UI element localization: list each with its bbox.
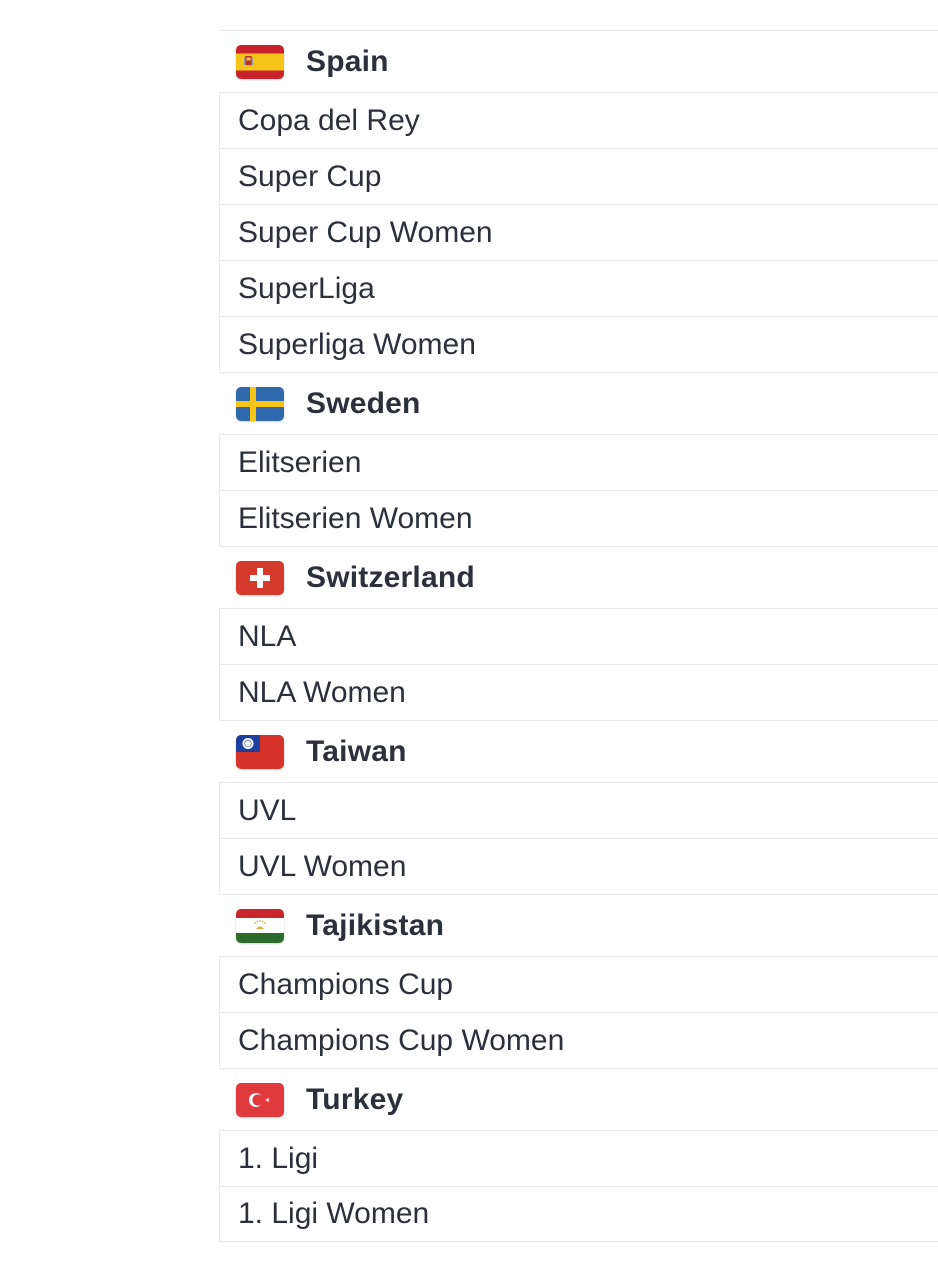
- country-group-taiwan: Taiwan UVL UVL Women: [219, 720, 938, 894]
- country-name: Tajikistan: [306, 908, 445, 942]
- switzerland-flag-icon: [236, 560, 284, 595]
- turkey-flag-icon: [236, 1082, 284, 1117]
- country-name: Turkey: [306, 1082, 404, 1116]
- league-item[interactable]: Elitserien Women: [219, 490, 938, 546]
- league-item[interactable]: Elitserien: [219, 434, 938, 490]
- country-header-turkey[interactable]: Turkey: [219, 1068, 938, 1130]
- country-header-switzerland[interactable]: Switzerland: [219, 546, 938, 608]
- league-item[interactable]: 1. Ligi: [219, 1130, 938, 1186]
- country-group-switzerland: Switzerland NLA NLA Women: [219, 546, 938, 720]
- league-item[interactable]: SuperLiga: [219, 260, 938, 316]
- league-item[interactable]: Champions Cup: [219, 956, 938, 1012]
- league-item[interactable]: UVL: [219, 782, 938, 838]
- league-list: Spain Copa del Rey Super Cup Super Cup W…: [219, 30, 938, 1242]
- country-name: Sweden: [306, 386, 421, 420]
- country-group-sweden: Sweden Elitserien Elitserien Women: [219, 372, 938, 546]
- spain-flag-icon: [236, 44, 284, 79]
- country-group-spain: Spain Copa del Rey Super Cup Super Cup W…: [219, 30, 938, 372]
- country-header-tajikistan[interactable]: Tajikistan: [219, 894, 938, 956]
- league-item[interactable]: Champions Cup Women: [219, 1012, 938, 1068]
- country-name: Taiwan: [306, 734, 407, 768]
- taiwan-flag-icon: [236, 734, 284, 769]
- tajikistan-flag-icon: [236, 908, 284, 943]
- country-group-turkey: Turkey 1. Ligi 1. Ligi Women: [219, 1068, 938, 1242]
- league-item[interactable]: Super Cup Women: [219, 204, 938, 260]
- country-group-tajikistan: Tajikistan Champions Cup Champions Cup W…: [219, 894, 938, 1068]
- country-header-spain[interactable]: Spain: [219, 30, 938, 92]
- country-name: Spain: [306, 44, 389, 78]
- league-item[interactable]: 1. Ligi Women: [219, 1186, 938, 1242]
- league-item[interactable]: NLA: [219, 608, 938, 664]
- league-item[interactable]: NLA Women: [219, 664, 938, 720]
- league-item[interactable]: Super Cup: [219, 148, 938, 204]
- country-name: Switzerland: [306, 560, 475, 594]
- league-item[interactable]: UVL Women: [219, 838, 938, 894]
- league-item[interactable]: Copa del Rey: [219, 92, 938, 148]
- league-item[interactable]: Superliga Women: [219, 316, 938, 372]
- sweden-flag-icon: [236, 386, 284, 421]
- country-header-sweden[interactable]: Sweden: [219, 372, 938, 434]
- country-header-taiwan[interactable]: Taiwan: [219, 720, 938, 782]
